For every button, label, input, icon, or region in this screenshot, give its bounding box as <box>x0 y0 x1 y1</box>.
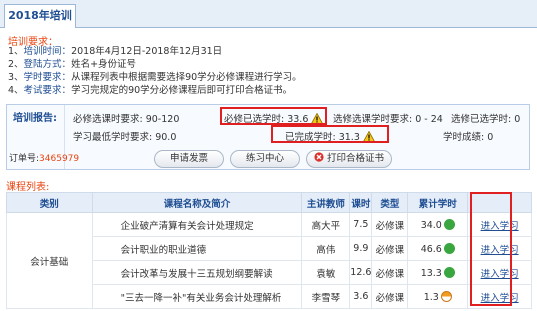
optional-hours-requirement: 选修选课学时要求: 0 - 24 <box>333 114 443 125</box>
course-hours: 9.9 <box>349 236 373 261</box>
requirement-item: 4、考试要求：学习完规定的90学分必修课程后即可打印合格证书。 <box>8 85 293 96</box>
status-complete-icon <box>443 266 455 278</box>
practice-center-button[interactable]: 练习中心 <box>230 150 300 168</box>
print-icon <box>314 152 324 162</box>
highlight-box <box>271 125 389 143</box>
apply-invoice-button[interactable]: 申请发票 <box>154 150 224 168</box>
column-header: 类型 <box>371 192 409 213</box>
category-cell: 会计基础 <box>6 212 93 309</box>
course-table: 类别 课程名称及简介 主讲教师 课时 类型 累计学时 会计基础 企业破产清算有关… <box>6 192 532 309</box>
hours-score: 学时成绩: 0 <box>443 132 494 143</box>
column-header: 课时 <box>349 192 373 213</box>
highlight-box <box>220 107 327 125</box>
course-teacher: 李雪琴 <box>301 284 351 309</box>
report-label: 培训报告: <box>13 113 57 124</box>
course-list-heading: 课程列表: <box>6 182 50 193</box>
course-type: 必修课 <box>371 236 409 261</box>
status-complete-icon <box>443 218 455 230</box>
course-teacher: 高伟 <box>301 236 351 261</box>
highlight-box <box>470 192 512 306</box>
table-row: 会计基础 企业破产清算有关会计处理规定 高大平 7.5 必修课 34.0 进入学… <box>6 212 532 309</box>
column-header: 主讲教师 <box>301 192 351 213</box>
tab-bar: 2018年培训 <box>0 0 537 28</box>
status-complete-icon <box>443 242 455 254</box>
requirement-item: 1、培训时间：2018年4月12日-2018年12月31日 <box>8 46 223 57</box>
course-hours: 3.6 <box>349 284 373 309</box>
course-type: 必修课 <box>371 284 409 309</box>
requirement-item: 3、学时要求：从课程列表中根据需要选择90学分必修课程进行学习。 <box>8 72 302 83</box>
course-total: 13.3 <box>407 260 469 285</box>
report-sidebar: 培训报告: 订单号:3465979 <box>7 105 79 169</box>
course-name: 会计改革与发展十三五规划纲要解读 <box>91 260 303 285</box>
order-number: 订单号:3465979 <box>9 154 80 164</box>
course-total: 46.6 <box>407 236 469 261</box>
optional-selected-hours: 选修已选学时: 0 <box>451 114 521 125</box>
column-header: 类别 <box>6 192 93 213</box>
column-header: 累计学时 <box>407 192 469 213</box>
table-header-row: 类别 课程名称及简介 主讲教师 课时 类型 累计学时 <box>6 192 532 213</box>
tab-2018-training[interactable]: 2018年培训 <box>4 4 76 28</box>
course-teacher: 高大平 <box>301 212 351 237</box>
print-certificate-button[interactable]: 打印合格证书 <box>306 150 392 168</box>
course-name: 会计职业的职业道德 <box>91 236 303 261</box>
course-total: 34.0 <box>407 212 469 237</box>
course-hours: 7.5 <box>349 212 373 237</box>
course-type: 必修课 <box>371 212 409 237</box>
requirement-item: 2、登陆方式：姓名+身份证号 <box>8 59 137 70</box>
course-total: 1.3 <box>407 284 469 309</box>
course-name: 企业破产清算有关会计处理规定 <box>91 212 303 237</box>
course-teacher: 袁敏 <box>301 260 351 285</box>
required-hours-requirement: 必修选课时要求: 90-120 <box>73 114 180 125</box>
min-hours-requirement: 学习最低学时要求: 90.0 <box>73 132 177 143</box>
column-header: 课程名称及简介 <box>91 192 303 213</box>
status-partial-icon <box>440 290 452 302</box>
course-hours: 12.6 <box>349 260 373 285</box>
course-type: 必修课 <box>371 260 409 285</box>
course-name: "三去一降一补"有关业务会计处理解析 <box>91 284 303 309</box>
